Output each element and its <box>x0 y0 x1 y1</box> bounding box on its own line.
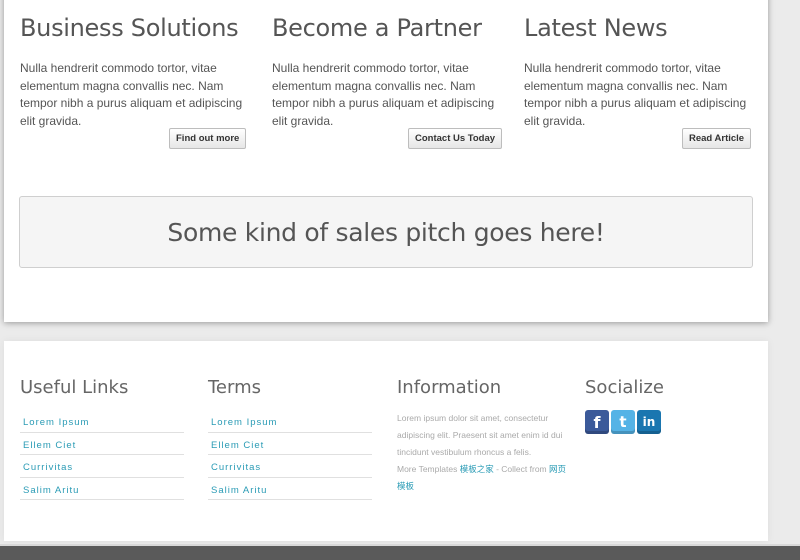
useful-links-list: Lorem Ipsum Ellem Ciet Currivitas Salim … <box>20 410 184 500</box>
list-item: Salim Aritu <box>208 478 372 500</box>
information-text-block: Lorem ipsum dolor sit amet, consectetur … <box>397 410 567 495</box>
divider <box>0 544 800 546</box>
find-out-more-button[interactable]: Find out more <box>169 128 247 149</box>
column-title: Latest News <box>524 14 668 42</box>
column-text: Nulla hendrerit commodo tortor, vitae el… <box>524 61 747 128</box>
footer-link[interactable]: Salim Aritu <box>208 485 267 496</box>
sales-pitch-box: Some kind of sales pitch goes here! <box>19 196 753 268</box>
useful-links-column: Useful Links Lorem Ipsum Ellem Ciet Curr… <box>20 377 184 500</box>
main-content-panel: Business Solutions Nulla hendrerit commo… <box>4 0 768 322</box>
footer-link[interactable]: Lorem Ipsum <box>20 417 89 428</box>
list-item: Salim Aritu <box>20 478 184 500</box>
footer-panel: Useful Links Lorem Ipsum Ellem Ciet Curr… <box>4 341 768 541</box>
twitter-icon[interactable]: t <box>611 410 635 434</box>
information-text: Lorem ipsum dolor sit amet, consectetur … <box>397 413 563 457</box>
terms-list: Lorem Ipsum Ellem Ciet Currivitas Salim … <box>208 410 372 500</box>
column-text: Nulla hendrerit commodo tortor, vitae el… <box>272 61 495 128</box>
latest-news-column: Latest News Nulla hendrerit commodo tort… <box>524 14 756 130</box>
social-icons-row: f t in <box>585 410 749 434</box>
terms-column: Terms Lorem Ipsum Ellem Ciet Currivitas … <box>208 377 372 500</box>
information-column: Information Lorem ipsum dolor sit amet, … <box>397 377 569 495</box>
facebook-icon[interactable]: f <box>585 410 609 434</box>
footer-link[interactable]: Currivitas <box>20 462 73 473</box>
list-item: Lorem Ipsum <box>20 410 184 433</box>
socialize-column: Socialize f t in <box>585 377 749 434</box>
contact-us-button[interactable]: Contact Us Today <box>408 128 503 149</box>
list-item: Lorem Ipsum <box>208 410 372 433</box>
list-item: Ellem Ciet <box>208 433 372 455</box>
footer-link[interactable]: Currivitas <box>208 462 261 473</box>
list-item: Currivitas <box>208 455 372 478</box>
business-solutions-column: Business Solutions Nulla hendrerit commo… <box>20 14 252 130</box>
footer-heading: Terms <box>208 377 262 398</box>
read-article-button[interactable]: Read Article <box>682 128 752 149</box>
footer-heading: Useful Links <box>20 377 129 398</box>
collect-from-label: - Collect from <box>496 464 547 474</box>
footer-link[interactable]: Salim Aritu <box>20 485 79 496</box>
list-item: Ellem Ciet <box>20 433 184 455</box>
linkedin-icon[interactable]: in <box>637 410 661 434</box>
sales-pitch-text: Some kind of sales pitch goes here! <box>167 218 605 247</box>
more-templates-label: More Templates <box>397 464 458 474</box>
column-title: Become a Partner <box>272 14 482 42</box>
footer-link[interactable]: Ellem Ciet <box>20 440 76 451</box>
page-bottom-bar <box>0 544 800 560</box>
more-templates-link[interactable]: 模板之家 <box>460 464 494 474</box>
list-item: Currivitas <box>20 455 184 478</box>
column-title: Business Solutions <box>20 14 239 42</box>
footer-link[interactable]: Ellem Ciet <box>208 440 264 451</box>
footer-heading: Information <box>397 377 502 398</box>
column-text: Nulla hendrerit commodo tortor, vitae el… <box>20 61 243 128</box>
become-partner-column: Become a Partner Nulla hendrerit commodo… <box>272 14 504 130</box>
footer-heading: Socialize <box>585 377 664 398</box>
footer-link[interactable]: Lorem Ipsum <box>208 417 277 428</box>
